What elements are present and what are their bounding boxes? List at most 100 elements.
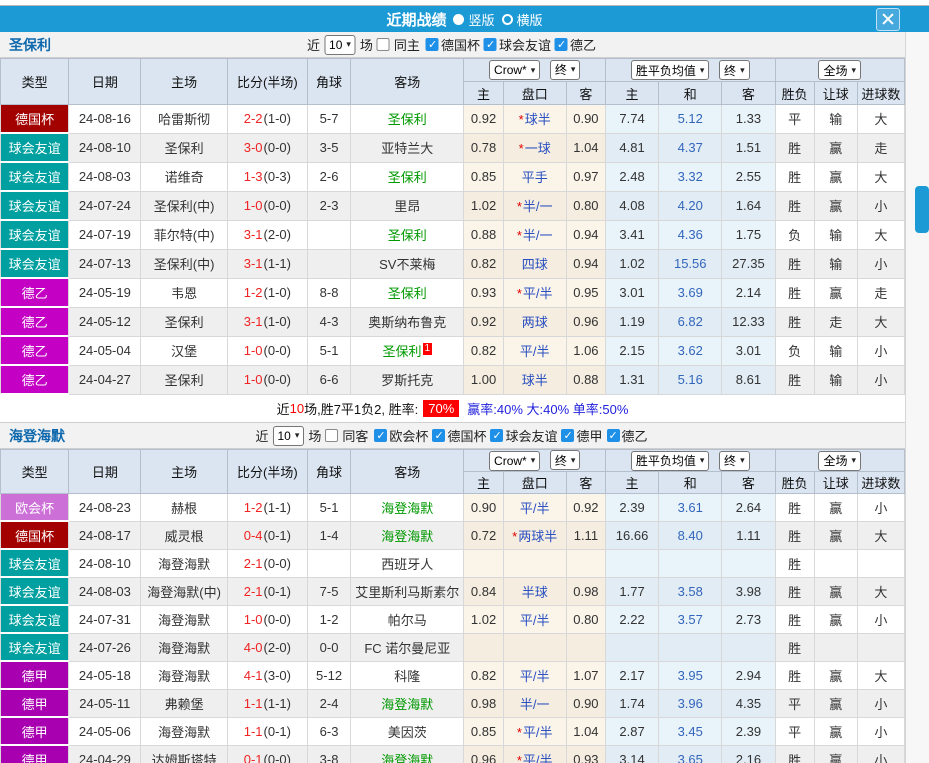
result-cell: 胜: [775, 633, 814, 661]
result-cell: 胜: [775, 605, 814, 633]
col-odds-away: 客: [566, 472, 605, 494]
handicap-result-cell: 输: [814, 336, 857, 365]
match-score: 3-1(1-0): [227, 307, 307, 336]
star-marker: *: [519, 141, 524, 156]
result-cell: 胜: [775, 191, 814, 220]
match-row: 球会友谊 24-07-24 圣保利(中) 1-0(0-0) 2-3 里昂 1.0…: [1, 191, 905, 220]
halftime-score: (1-0): [264, 314, 291, 329]
league-checkbox[interactable]: [374, 429, 387, 442]
final-select-2[interactable]: 终▾: [719, 451, 750, 471]
handicap-cell: 四球: [503, 249, 566, 278]
layout-radio-vertical[interactable]: 竖版: [453, 10, 494, 29]
avg-select[interactable]: 胜平负均值▾: [631, 451, 710, 471]
league-checkbox[interactable]: [561, 429, 574, 442]
col-result: 胜负: [775, 82, 814, 105]
league-cell: 德国杯: [1, 521, 69, 549]
home-team: 圣保利: [141, 307, 227, 336]
home-odds: 0.85: [464, 162, 503, 191]
halftime-score: (0-0): [264, 198, 291, 213]
away-team-cell: 里昂: [351, 191, 464, 220]
away-team-cell: 美因茨: [351, 717, 464, 745]
league-checkbox[interactable]: [484, 38, 497, 51]
handicap-result-cell: 走: [814, 307, 857, 336]
away-team-cell: 海登海默: [351, 521, 464, 549]
col-result: 胜负: [775, 472, 814, 494]
col-avg-draw: 和: [659, 472, 722, 494]
handicap-cell: 两球: [503, 307, 566, 336]
col-avg-away: 客: [722, 472, 775, 494]
home-team: 海登海默: [141, 549, 227, 577]
avg-draw-value: [659, 633, 722, 661]
home-odds: [464, 633, 503, 661]
match-row: 德甲 24-05-06 海登海默 1-1(0-1) 6-3 美因茨 0.85 *…: [1, 717, 905, 745]
avg-select-value: 胜平负均值: [636, 62, 696, 79]
same-side-checkbox[interactable]: [325, 429, 338, 442]
close-icon[interactable]: [876, 8, 900, 31]
handicap-cell: *平/半: [503, 745, 566, 763]
date-cell: 24-07-24: [69, 191, 141, 220]
goals-result-cell: 走: [857, 133, 904, 162]
near-label: 近: [307, 35, 320, 54]
avg-away-value: 4.35: [722, 689, 775, 717]
handicap-value: 平/半: [520, 613, 550, 628]
chevron-down-icon: ▾: [531, 65, 536, 76]
league-checkbox[interactable]: [606, 429, 619, 442]
full-select[interactable]: 全场▾: [818, 451, 861, 471]
chevron-down-icon: ▾: [531, 455, 536, 466]
match-row: 球会友谊 24-07-26 海登海默 4-0(2-0) 0-0 FC 诺尔曼尼亚…: [1, 633, 905, 661]
final-select-2[interactable]: 终▾: [719, 60, 750, 80]
fulltime-score: 4-1: [244, 668, 263, 683]
result-cell: 胜: [775, 249, 814, 278]
match-score: 1-0(0-0): [227, 365, 307, 394]
full-select-value: 全场: [823, 62, 847, 79]
away-odds: 0.97: [566, 162, 605, 191]
league-checkbox[interactable]: [490, 429, 503, 442]
section-header: 海登海默 近 10 ▾ 场 同客 欧会杯德国杯球会友谊德甲德乙: [0, 423, 905, 449]
avg-home-value: [605, 549, 658, 577]
fulltime-score: 0-4: [244, 528, 263, 543]
full-select[interactable]: 全场▾: [818, 60, 861, 80]
match-row: 德乙 24-05-12 圣保利 3-1(1-0) 4-3 奥斯纳布鲁克 0.92…: [1, 307, 905, 336]
league-cell: 德乙: [1, 336, 69, 365]
league-checkbox[interactable]: [432, 429, 445, 442]
handicap-value: 球半: [525, 112, 551, 127]
halftime-score: (0-1): [264, 584, 291, 599]
result-cell: 平: [775, 689, 814, 717]
handicap-cell: 半球: [503, 577, 566, 605]
match-row: 球会友谊 24-08-10 圣保利 3-0(0-0) 3-5 亚特兰大 0.78…: [1, 133, 905, 162]
fulltime-score: 1-2: [244, 500, 263, 515]
handicap-cell: *平/半: [503, 278, 566, 307]
handicap-result-cell: 赢: [814, 717, 857, 745]
handicap-result-cell: 赢: [814, 689, 857, 717]
goals-result-cell: 小: [857, 336, 904, 365]
scrollbar-thumb[interactable]: [915, 186, 929, 233]
date-cell: 24-05-18: [69, 661, 141, 689]
handicap-cell: 平手: [503, 162, 566, 191]
chevron-down-icon: ▾: [571, 64, 576, 75]
match-count-select[interactable]: 10 ▾: [324, 35, 356, 55]
same-side-checkbox[interactable]: [377, 38, 390, 51]
league-checkbox[interactable]: [426, 38, 439, 51]
home-team: 达姆斯塔特: [141, 745, 227, 763]
match-score: 1-0(0-0): [227, 605, 307, 633]
layout-radio-horizontal[interactable]: 横版: [502, 10, 543, 29]
summary-text: 10: [290, 401, 304, 416]
league-cell: 德乙: [1, 365, 69, 394]
col-home: 主场: [141, 450, 227, 494]
avg-home-value: 2.17: [605, 661, 658, 689]
avg-draw-value: 3.62: [659, 336, 722, 365]
avg-select[interactable]: 胜平负均值▾: [631, 60, 710, 80]
fulltime-controls: 全场▾: [775, 59, 904, 82]
league-checkbox[interactable]: [555, 38, 568, 51]
col-date: 日期: [69, 59, 141, 105]
final-select[interactable]: 终▾: [550, 60, 581, 80]
avg-draw-value: 15.56: [659, 249, 722, 278]
star-marker: *: [517, 199, 522, 214]
match-count-select[interactable]: 10 ▾: [273, 426, 305, 446]
crow-select[interactable]: Crow*▾: [489, 60, 540, 80]
final-select[interactable]: 终▾: [550, 450, 581, 470]
league-cell: 德甲: [1, 745, 69, 763]
fulltime-score: 3-0: [244, 140, 263, 155]
handicap-result-cell: [814, 549, 857, 577]
crow-select[interactable]: Crow*▾: [489, 451, 540, 471]
